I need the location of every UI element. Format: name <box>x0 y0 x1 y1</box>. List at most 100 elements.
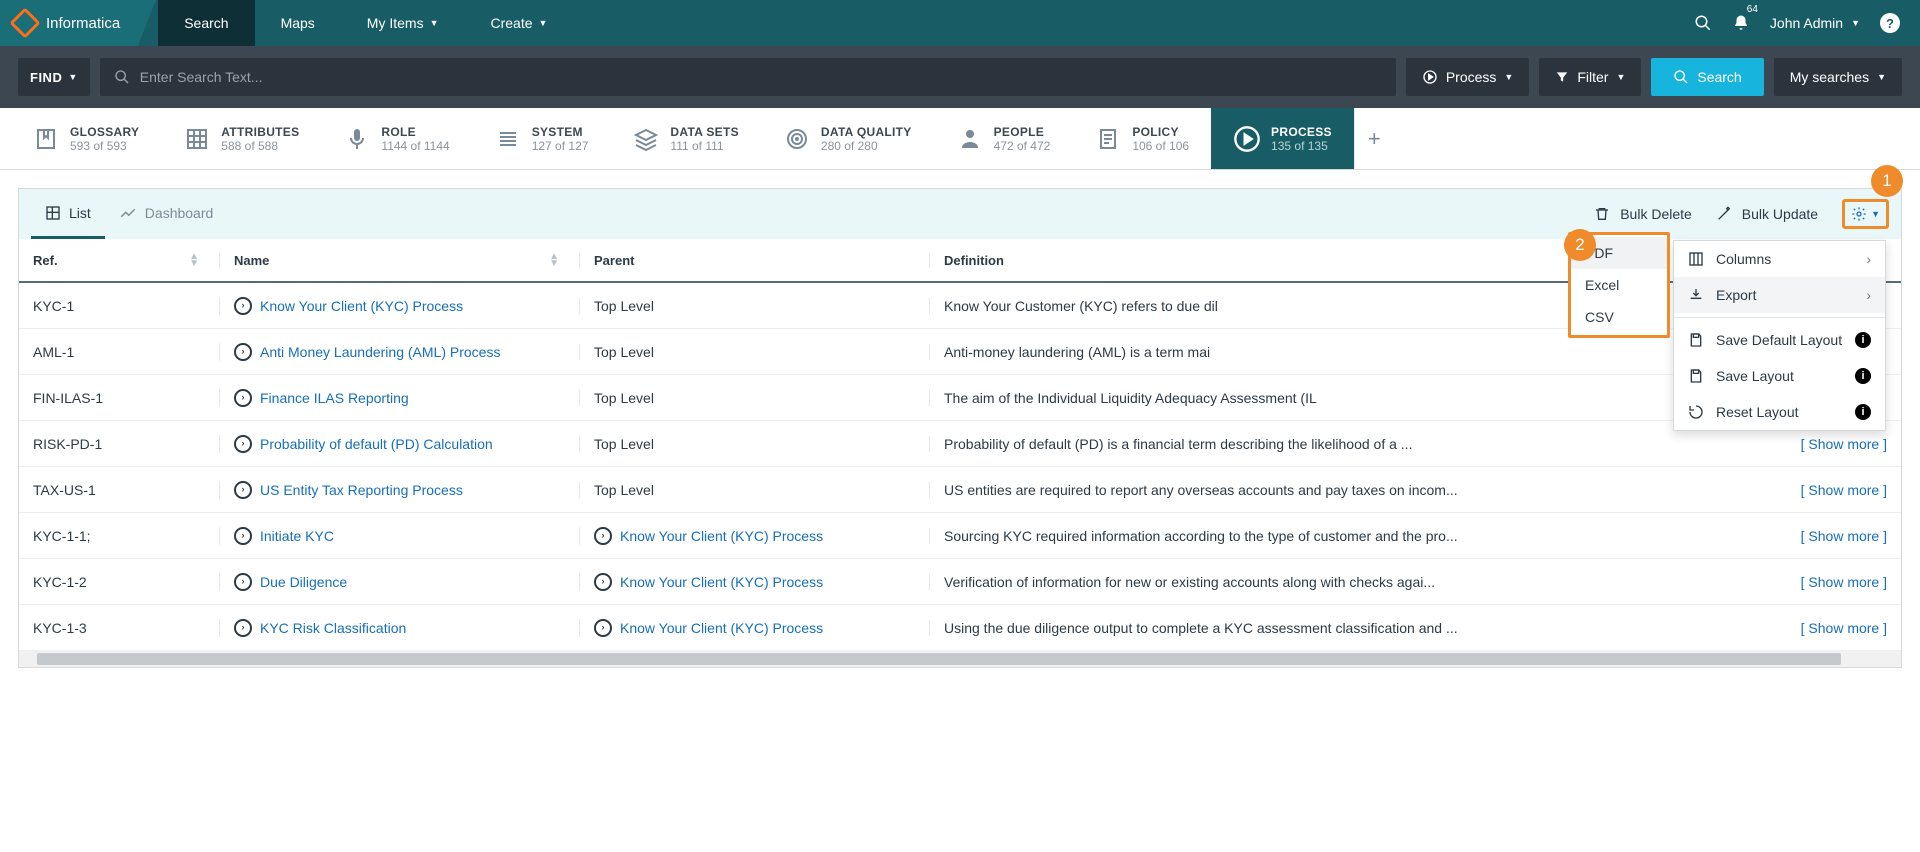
category-tab-attributes[interactable]: ATTRIBUTES588 of 588 <box>161 108 321 169</box>
chevron-circle-icon <box>234 619 252 637</box>
name-link[interactable]: Due Diligence <box>234 573 347 591</box>
doc-icon <box>1094 125 1122 153</box>
menu-reset-layout[interactable]: Reset Layout i <box>1674 394 1885 430</box>
name-link[interactable]: Probability of default (PD) Calculation <box>234 435 493 453</box>
export-icon <box>1688 287 1704 303</box>
col-parent[interactable]: Parent <box>579 253 929 268</box>
add-category-button[interactable]: + <box>1354 108 1394 169</box>
show-more-link[interactable]: [ Show more ] <box>1801 436 1887 452</box>
nav-tab-search[interactable]: Search <box>158 0 254 46</box>
chevron-down-icon: ▼ <box>539 18 548 28</box>
chevron-down-icon: ▼ <box>1877 72 1886 82</box>
menu-save-default[interactable]: Save Default Layout i <box>1674 322 1885 358</box>
table-row: TAX-US-1US Entity Tax Reporting ProcessT… <box>19 467 1901 513</box>
play-circle-icon <box>1422 69 1438 85</box>
filter-button[interactable]: Filter▼ <box>1539 58 1641 96</box>
chevron-circle-icon <box>234 389 252 407</box>
chevron-right-icon: › <box>1866 287 1871 303</box>
category-tab-policy[interactable]: POLICY106 of 106 <box>1072 108 1211 169</box>
search-icon <box>114 69 130 85</box>
menu-export[interactable]: Export › <box>1674 277 1885 313</box>
menu-columns[interactable]: Columns › <box>1674 241 1885 277</box>
find-button[interactable]: FIND▼ <box>18 58 90 96</box>
name-link[interactable]: Know Your Client (KYC) Process <box>234 297 463 315</box>
search-icon[interactable] <box>1694 14 1712 32</box>
bulk-update-button[interactable]: Bulk Update <box>1716 206 1818 222</box>
export-csv[interactable]: CSV <box>1571 301 1667 333</box>
menu-divider <box>1674 317 1885 318</box>
nav-tab-myitems[interactable]: My Items▼ <box>341 0 465 46</box>
info-icon: i <box>1855 368 1871 384</box>
chart-icon <box>119 204 137 222</box>
view-dashboard-button[interactable]: Dashboard <box>105 189 228 239</box>
parent-link[interactable]: Know Your Client (KYC) Process <box>594 573 823 591</box>
chevron-down-icon: ▼ <box>1851 18 1860 28</box>
chevron-circle-icon <box>594 573 612 591</box>
search-input[interactable] <box>140 69 1382 85</box>
play-circle-icon <box>1233 125 1261 153</box>
search-icon <box>1673 69 1689 85</box>
stack-icon <box>494 125 522 153</box>
show-more-link[interactable]: [ Show more ] <box>1801 620 1887 636</box>
category-tab-system[interactable]: SYSTEM127 of 127 <box>472 108 611 169</box>
help-icon[interactable]: ? <box>1880 13 1900 33</box>
grid-icon <box>183 125 211 153</box>
menu-save-layout[interactable]: Save Layout i <box>1674 358 1885 394</box>
chevron-down-icon: ▼ <box>430 18 439 28</box>
chevron-down-icon: ▼ <box>1504 72 1513 82</box>
parent-link[interactable]: Know Your Client (KYC) Process <box>594 619 823 637</box>
tutorial-marker-1: 1 <box>1871 165 1903 197</box>
chevron-circle-icon <box>594 619 612 637</box>
category-tabs: GLOSSARY593 of 593ATTRIBUTES588 of 588RO… <box>0 108 1920 170</box>
bulk-delete-button[interactable]: Bulk Delete <box>1594 206 1692 222</box>
name-link[interactable]: Initiate KYC <box>234 527 334 545</box>
mic-icon <box>343 125 371 153</box>
name-link[interactable]: Anti Money Laundering (AML) Process <box>234 343 500 361</box>
col-ref[interactable]: Ref.▲▼ <box>19 253 219 268</box>
logo-icon <box>9 7 40 38</box>
name-link[interactable]: Finance ILAS Reporting <box>234 389 409 407</box>
category-tab-role[interactable]: ROLE1144 of 1144 <box>321 108 471 169</box>
parent-link[interactable]: Know Your Client (KYC) Process <box>594 527 823 545</box>
gear-icon <box>1851 206 1867 222</box>
name-link[interactable]: KYC Risk Classification <box>234 619 406 637</box>
col-name[interactable]: Name▲▼ <box>219 253 579 268</box>
my-searches-button[interactable]: My searches▼ <box>1774 58 1902 96</box>
show-more-link[interactable]: [ Show more ] <box>1801 482 1887 498</box>
show-more-link[interactable]: [ Show more ] <box>1801 574 1887 590</box>
category-tab-data-sets[interactable]: DATA SETS111 of 111 <box>610 108 760 169</box>
view-list-button[interactable]: List <box>31 189 105 239</box>
process-filter-button[interactable]: Process▼ <box>1406 58 1530 96</box>
settings-button[interactable]: ▼ Columns › Export › <box>1842 199 1889 229</box>
sort-icon: ▲▼ <box>549 253 565 267</box>
person-icon <box>956 125 984 153</box>
search-input-wrap <box>100 58 1396 96</box>
category-tab-people[interactable]: PEOPLE472 of 472 <box>934 108 1073 169</box>
user-menu[interactable]: John Admin▼ <box>1770 15 1860 31</box>
notification-count: 64 <box>1747 4 1758 15</box>
category-tab-process[interactable]: PROCESS135 of 135 <box>1211 108 1354 169</box>
save-icon <box>1688 332 1704 348</box>
export-excel[interactable]: Excel <box>1571 269 1667 301</box>
show-more-link[interactable]: [ Show more ] <box>1801 528 1887 544</box>
category-tab-data-quality[interactable]: DATA QUALITY280 of 280 <box>761 108 934 169</box>
top-nav-right: 64 John Admin▼ ? <box>1694 0 1920 46</box>
nav-tab-maps[interactable]: Maps <box>255 0 341 46</box>
horizontal-scrollbar[interactable] <box>19 651 1901 667</box>
grid-icon <box>45 205 61 221</box>
search-button[interactable]: Search <box>1651 58 1763 96</box>
name-link[interactable]: US Entity Tax Reporting Process <box>234 481 463 499</box>
notifications-icon[interactable]: 64 <box>1732 14 1750 32</box>
panel-toolbar: List Dashboard Bulk Delete Bulk Update ▼ <box>19 189 1901 239</box>
table-row: KYC-1-1;Initiate KYCKnow Your Client (KY… <box>19 513 1901 559</box>
search-bar: FIND▼ Process▼ Filter▼ Search My searche… <box>0 46 1920 108</box>
table-row: FIN-ILAS-1Finance ILAS ReportingTop Leve… <box>19 375 1901 421</box>
results-panel: List Dashboard Bulk Delete Bulk Update ▼ <box>18 188 1902 668</box>
chevron-circle-icon <box>234 573 252 591</box>
nav-tab-create[interactable]: Create▼ <box>465 0 574 46</box>
category-tab-glossary[interactable]: GLOSSARY593 of 593 <box>10 108 161 169</box>
brand-logo[interactable]: Informatica <box>0 0 138 46</box>
table-row: KYC-1-3KYC Risk ClassificationKnow Your … <box>19 605 1901 651</box>
target-icon <box>783 125 811 153</box>
bookmark-icon <box>32 125 60 153</box>
